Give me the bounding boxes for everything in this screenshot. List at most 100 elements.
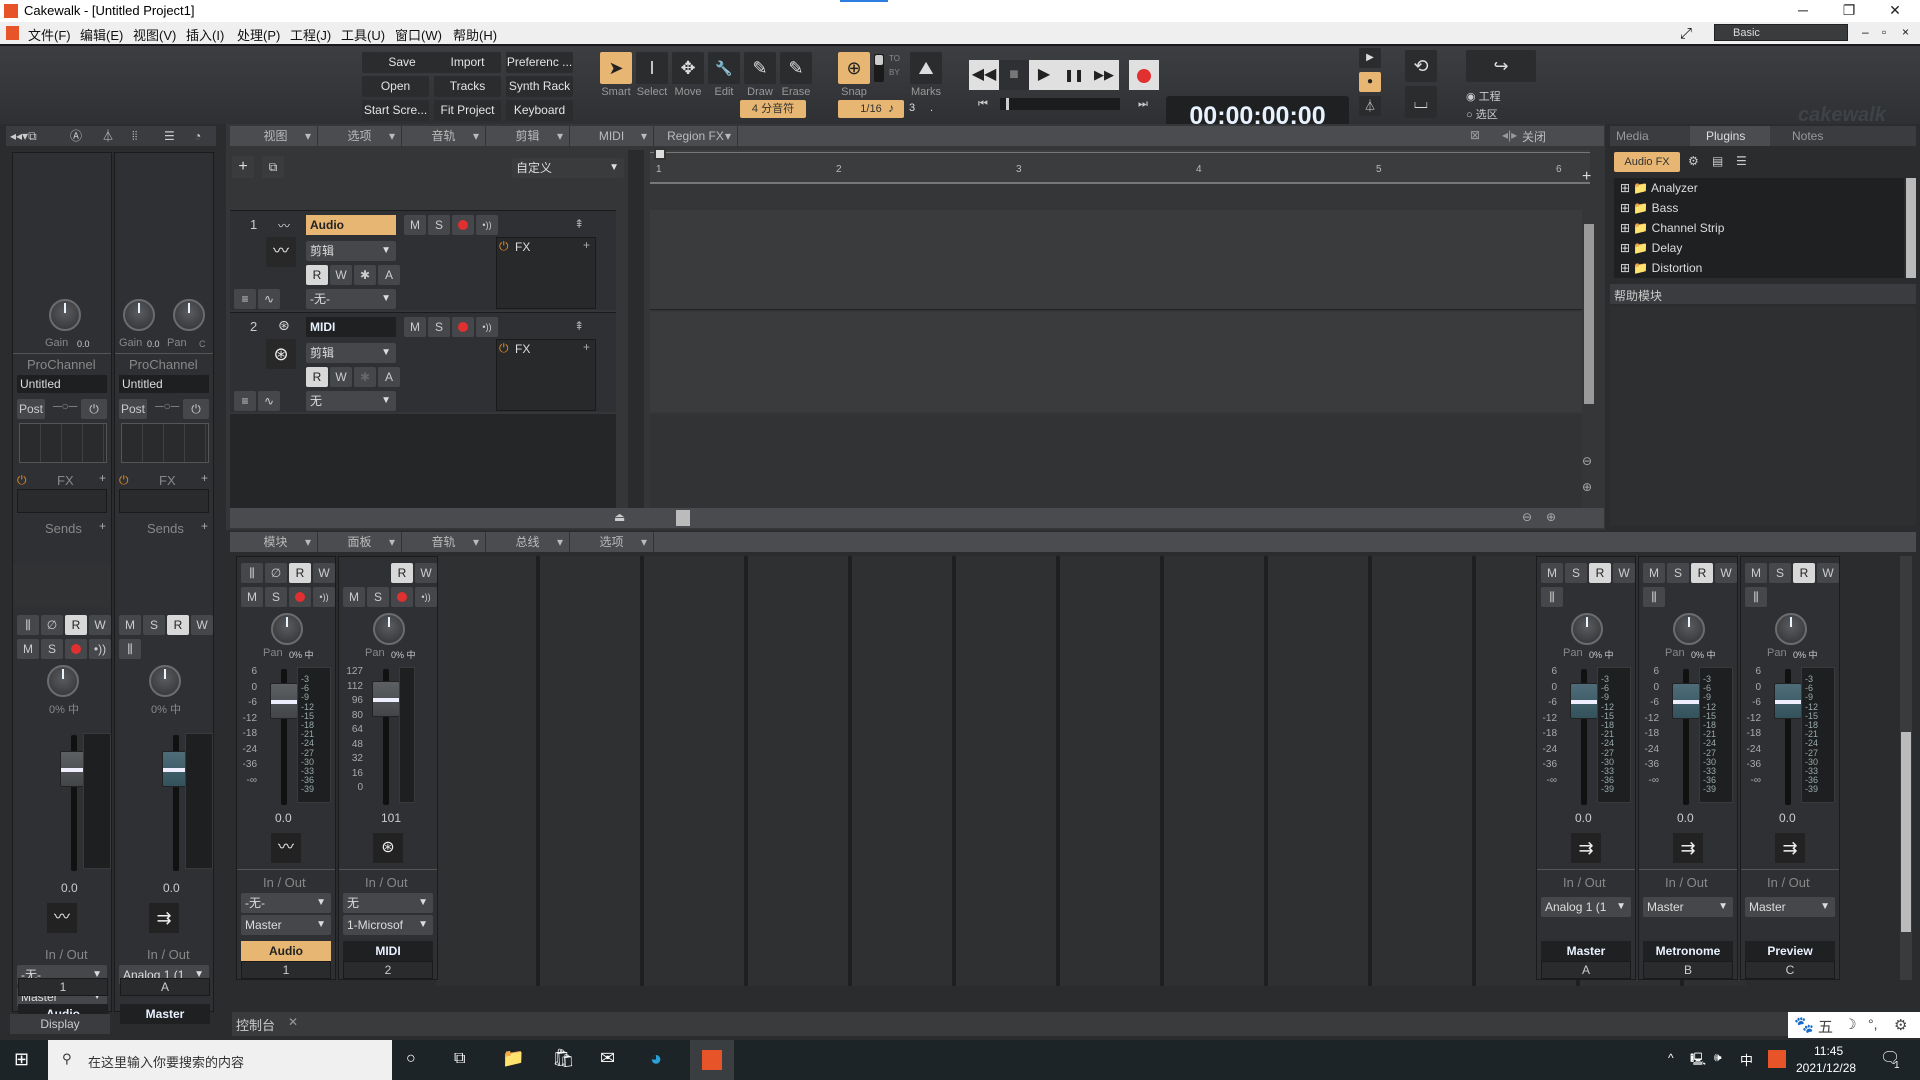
- add-send-icon[interactable]: +: [201, 519, 208, 533]
- tracks-button[interactable]: Tracks: [434, 76, 501, 97]
- add-fx-icon[interactable]: +: [583, 238, 590, 252]
- mdi-restore-icon[interactable]: ▫: [1882, 25, 1886, 39]
- snap-value-select[interactable]: 4 分音符: [740, 100, 806, 118]
- strip-name[interactable]: MIDI: [343, 941, 433, 961]
- menu-options[interactable]: 选项: [318, 126, 402, 146]
- horizontal-scrollbar-thumb[interactable]: [676, 510, 690, 526]
- mdi-close-icon[interactable]: ×: [1902, 25, 1909, 39]
- h-zoom-out-icon[interactable]: ⊖: [1522, 510, 1532, 524]
- input-echo-button[interactable]: ⫼: [17, 615, 39, 635]
- menu-tools[interactable]: 工具(U): [341, 25, 385, 44]
- cakewalk-taskbar-button[interactable]: [690, 1040, 734, 1080]
- maximize-button[interactable]: ❐: [1826, 0, 1872, 22]
- tree-item[interactable]: ⊞ 📁 Channel Strip: [1620, 218, 1724, 238]
- volume-icon[interactable]: 🕪: [1714, 1050, 1722, 1065]
- output-select[interactable]: Master: [1745, 897, 1835, 917]
- triplet-button[interactable]: 3: [909, 102, 915, 114]
- menu-region-fx[interactable]: Region FX: [654, 126, 738, 146]
- tab-media[interactable]: Media: [1616, 129, 1649, 143]
- play-from-button[interactable]: ▶: [1359, 48, 1381, 68]
- display-button[interactable]: Display: [10, 1014, 110, 1034]
- keyboard-button[interactable]: Keyboard: [506, 100, 573, 121]
- duplicate-track-button[interactable]: ⧉: [262, 156, 284, 178]
- pan-knob[interactable]: [271, 613, 303, 645]
- pan-knob[interactable]: [149, 665, 181, 697]
- tab-notes[interactable]: Notes: [1792, 129, 1823, 143]
- monitor-button[interactable]: •)): [89, 639, 111, 659]
- solo-button[interactable]: S: [1667, 563, 1689, 583]
- synth-rack-button[interactable]: Synth Rack: [506, 76, 573, 97]
- pan-knob[interactable]: [1775, 613, 1807, 645]
- post-button[interactable]: Post: [119, 399, 147, 419]
- arm-record-button[interactable]: [452, 317, 474, 337]
- track-row-2[interactable]: 2 ⊛ MIDI M S •)) ⇞ ⊛ 剪辑 R W ✱ A ≡ ∿ 无 ⏻ …: [230, 312, 616, 412]
- write-automation-button[interactable]: W: [330, 367, 352, 387]
- menu-window[interactable]: 窗口(W): [395, 25, 442, 44]
- monitor-button[interactable]: •)): [476, 215, 498, 235]
- eq-graph[interactable]: [121, 423, 209, 463]
- time-ruler[interactable]: 1 2 3 4 5 6: [650, 148, 1590, 184]
- punch-button[interactable]: ⌴: [1405, 86, 1437, 118]
- add-lane-icon[interactable]: +: [1582, 168, 1591, 186]
- menu-tracks[interactable]: 音轨: [402, 126, 486, 146]
- write-automation-button[interactable]: W: [313, 563, 335, 583]
- solo-button[interactable]: S: [367, 587, 389, 607]
- export-button[interactable]: ↪: [1466, 50, 1536, 82]
- smart-tool-button[interactable]: ➤: [600, 52, 632, 84]
- phase-button[interactable]: ∅: [265, 563, 287, 583]
- strip-name[interactable]: Master: [1541, 941, 1631, 961]
- write-automation-button[interactable]: W: [1817, 563, 1839, 583]
- track-name[interactable]: MIDI: [306, 317, 396, 337]
- solo-button[interactable]: S: [1769, 563, 1791, 583]
- solo-button[interactable]: S: [143, 615, 165, 635]
- read-automation-button[interactable]: R: [306, 367, 328, 387]
- mute-button[interactable]: M: [1643, 563, 1665, 583]
- vertical-scrollbar[interactable]: [1584, 224, 1594, 404]
- volume-fader[interactable]: [1570, 683, 1598, 719]
- solo-button[interactable]: S: [41, 639, 63, 659]
- volume-fader[interactable]: [372, 681, 400, 717]
- arm-record-button[interactable]: [65, 639, 87, 659]
- read-automation-button[interactable]: R: [289, 563, 311, 583]
- output-select[interactable]: Analog 1 (1: [1541, 897, 1631, 917]
- pan-knob[interactable]: [47, 665, 79, 697]
- freeze-button[interactable]: ✱: [354, 265, 376, 285]
- monitor-button[interactable]: •)): [476, 317, 498, 337]
- inspector-collapse-icon[interactable]: ◂◂▾⧉: [10, 126, 37, 146]
- track-name[interactable]: Audio: [306, 215, 396, 235]
- console-vertical-scrollbar[interactable]: [1900, 556, 1912, 980]
- monitor-button[interactable]: •)): [313, 587, 335, 607]
- fx-power-icon[interactable]: ⏻: [499, 341, 509, 356]
- console-scrollbar-thumb[interactable]: [1901, 732, 1911, 932]
- menu-edit[interactable]: 编辑(E): [80, 25, 123, 44]
- now-marker[interactable]: [654, 148, 666, 160]
- record-mode-button[interactable]: ●: [1359, 72, 1381, 92]
- input-select[interactable]: -无-: [306, 289, 396, 309]
- read-automation-button[interactable]: R: [391, 563, 413, 583]
- marks-button[interactable]: ⛰: [910, 52, 942, 84]
- ime-moon-icon[interactable]: ☽: [1844, 1016, 1857, 1033]
- zoom-in-icon[interactable]: ⊕: [1582, 480, 1592, 494]
- collapse-tracks-icon[interactable]: ⏏: [614, 510, 625, 524]
- pan-knob[interactable]: [1571, 613, 1603, 645]
- automation-button[interactable]: A: [378, 367, 400, 387]
- input-echo-button[interactable]: ⫼: [119, 639, 141, 659]
- prochannel-power-button[interactable]: ⏻: [183, 399, 209, 419]
- pan-knob[interactable]: [373, 613, 405, 645]
- gain-knob[interactable]: [49, 299, 81, 331]
- eq-graph[interactable]: [19, 423, 107, 463]
- automation-lane-button[interactable]: ∿: [258, 391, 280, 411]
- erase-tool-button[interactable]: ✎: [780, 52, 812, 84]
- ime-indicator[interactable]: 中: [1740, 1050, 1753, 1069]
- mute-button[interactable]: M: [404, 317, 426, 337]
- now-time-slider[interactable]: [1000, 98, 1120, 110]
- duration-select[interactable]: 1/16: [838, 100, 904, 118]
- arm-record-button[interactable]: [452, 215, 474, 235]
- clock-time[interactable]: 11:45: [1814, 1044, 1843, 1058]
- gain-knob[interactable]: [123, 299, 155, 331]
- draw-tool-button[interactable]: ✎: [744, 52, 776, 84]
- fx-power-icon[interactable]: ⏻: [499, 239, 509, 254]
- mdi-minimize-icon[interactable]: –: [1862, 25, 1869, 39]
- output-select[interactable]: Master: [1643, 897, 1733, 917]
- search-input[interactable]: 在这里输入你要搜索的内容: [88, 1052, 244, 1071]
